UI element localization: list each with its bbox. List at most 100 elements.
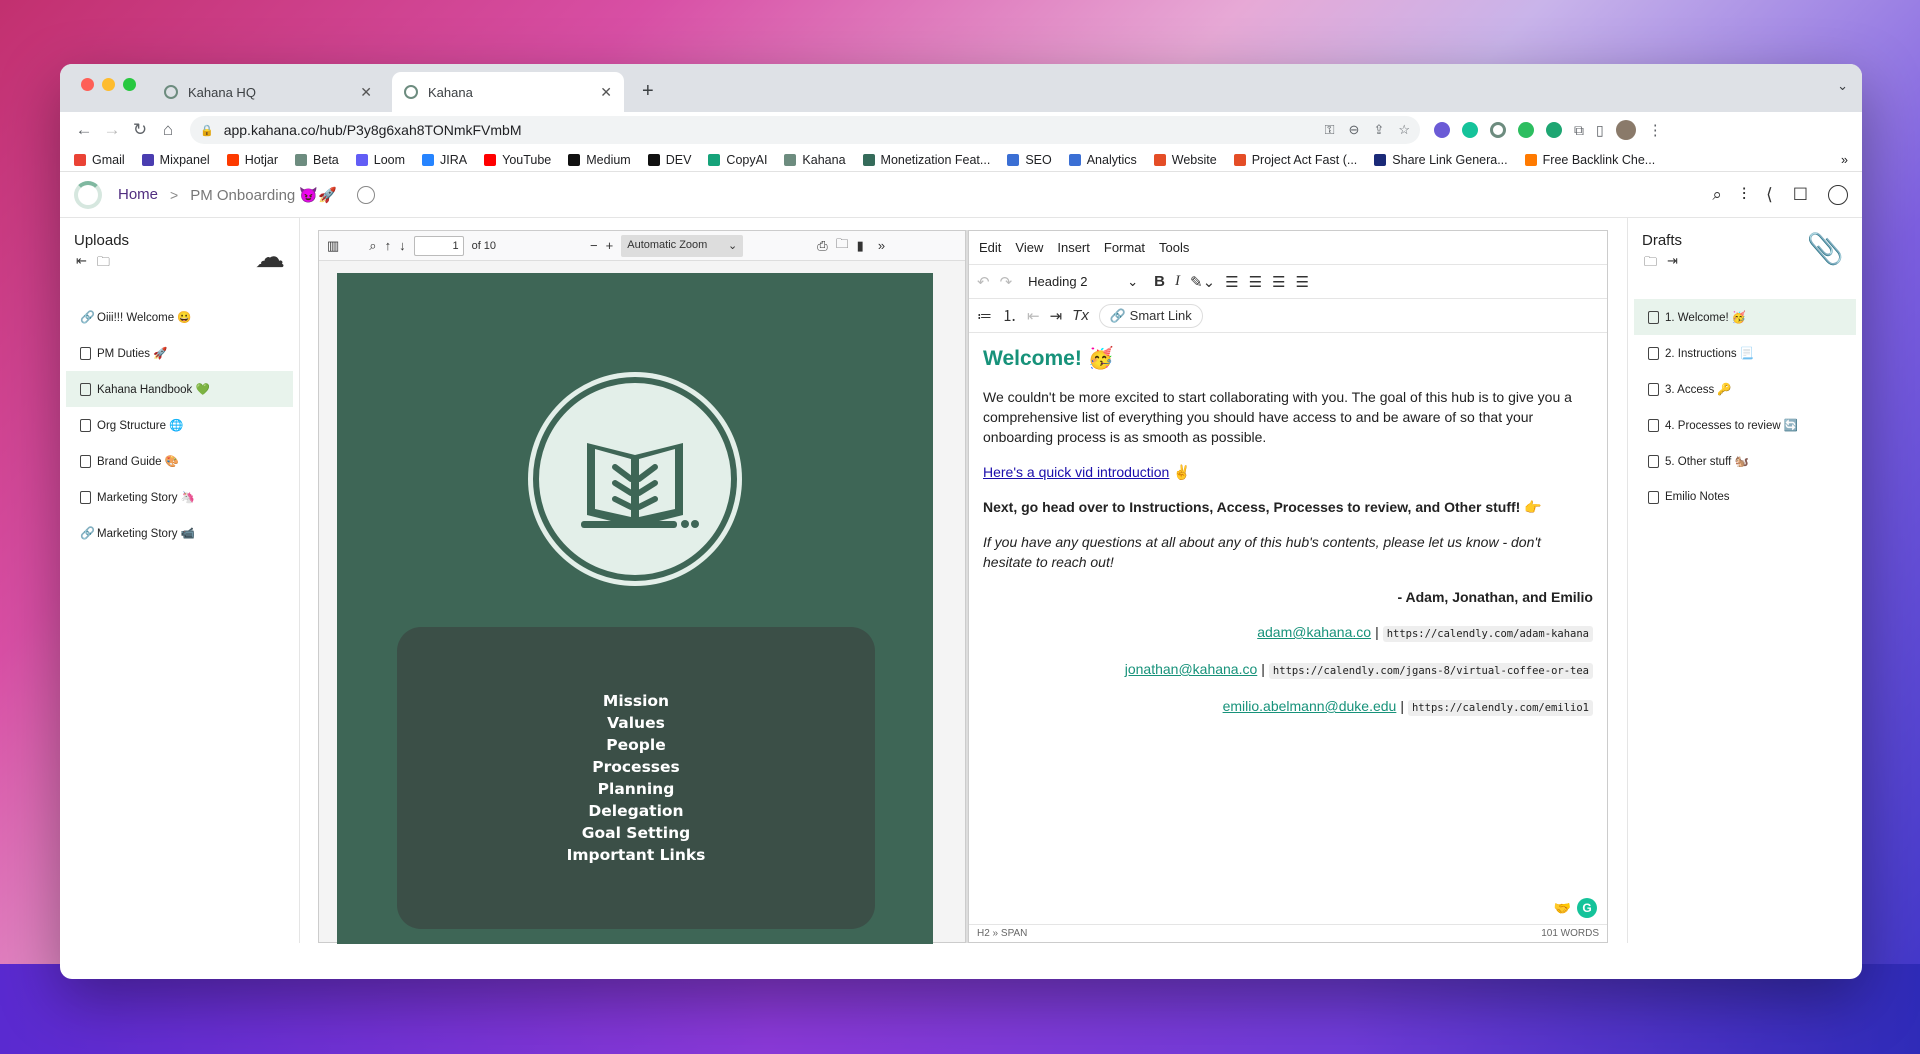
- share-icon[interactable]: ⇪: [1373, 122, 1384, 138]
- account-icon[interactable]: [1828, 184, 1848, 205]
- extension-icon[interactable]: [1434, 122, 1450, 138]
- close-icon[interactable]: ✕: [600, 84, 612, 101]
- tab-kahana[interactable]: Kahana ✕: [392, 72, 624, 112]
- next-page-icon[interactable]: ↓: [399, 238, 406, 253]
- editor-menu-item[interactable]: Insert: [1057, 240, 1090, 255]
- undo-icon[interactable]: ↶: [977, 273, 990, 291]
- bookmark-item[interactable]: Monetization Feat...: [862, 153, 990, 167]
- bookmark-item[interactable]: Website: [1153, 153, 1217, 167]
- calendly-link[interactable]: https://calendly.com/jgans-8/virtual-cof…: [1268, 663, 1593, 679]
- puzzle-icon[interactable]: ⧉: [1574, 122, 1584, 139]
- upload-item[interactable]: Brand Guide 🎨: [66, 443, 293, 479]
- numbered-list-icon[interactable]: ⒈: [1002, 305, 1017, 326]
- sidebar-toggle-icon[interactable]: ▥: [327, 238, 339, 254]
- close-window-button[interactable]: [81, 78, 94, 91]
- zoom-in-icon[interactable]: +: [606, 238, 614, 253]
- search-icon[interactable]: ⌕: [369, 238, 376, 254]
- calendly-link[interactable]: https://calendly.com/adam-kahana: [1382, 626, 1593, 642]
- bookmark-item[interactable]: Gmail: [74, 153, 125, 167]
- redo-icon[interactable]: ↷: [1000, 273, 1013, 291]
- maximize-window-button[interactable]: [123, 78, 136, 91]
- bookmark-item[interactable]: JIRA: [422, 153, 467, 167]
- back-icon[interactable]: ←: [70, 120, 98, 140]
- add-folder-icon[interactable]: 🗀: [1644, 253, 1657, 275]
- minimize-window-button[interactable]: [102, 78, 115, 91]
- editor-menu-item[interactable]: Format: [1104, 240, 1145, 255]
- tools-chevron-icon[interactable]: »: [878, 238, 885, 253]
- close-icon[interactable]: ✕: [360, 84, 372, 101]
- word-count[interactable]: 101 WORDS: [1541, 928, 1599, 939]
- breadcrumb-home[interactable]: Home: [118, 186, 158, 203]
- zoom-select[interactable]: Automatic Zoom ⌄: [621, 234, 744, 257]
- bookmark-item[interactable]: Hotjar: [226, 153, 278, 167]
- kahana-logo[interactable]: [74, 180, 102, 209]
- editor-content[interactable]: Welcome! 🥳 We couldn't be more excited t…: [969, 333, 1607, 749]
- forward-icon[interactable]: →: [98, 120, 126, 140]
- block-format-select[interactable]: Heading 2 ⌄: [1022, 269, 1144, 295]
- new-tab-icon[interactable]: +: [642, 80, 654, 103]
- page-number-input[interactable]: 1: [413, 235, 464, 256]
- video-intro-link[interactable]: Here's a quick vid introduction: [983, 464, 1169, 480]
- bookmark-item[interactable]: SEO: [1007, 153, 1052, 167]
- align-left-icon[interactable]: ☰: [1225, 273, 1238, 291]
- zoom-icon[interactable]: ⊖: [1349, 122, 1360, 138]
- bookmark-item[interactable]: Medium: [568, 153, 631, 167]
- print-icon[interactable]: ⎙: [817, 238, 827, 254]
- paperclip-icon[interactable]: 📎: [1807, 232, 1844, 267]
- upload-item[interactable]: Kahana Handbook 💚: [66, 371, 293, 407]
- previous-page-icon[interactable]: ↑: [385, 238, 392, 253]
- bookmark-item[interactable]: Beta: [295, 153, 339, 167]
- bookmark-item[interactable]: Kahana: [784, 153, 846, 167]
- bookmark-item[interactable]: Loom: [355, 153, 405, 167]
- editor-menu-item[interactable]: Edit: [979, 240, 1001, 255]
- chevron-down-icon[interactable]: ⌄: [1837, 78, 1848, 94]
- zoom-out-icon[interactable]: −: [590, 238, 598, 253]
- star-icon[interactable]: ☆: [1398, 122, 1410, 138]
- bookmark-item[interactable]: Mixpanel: [141, 153, 210, 167]
- sliders-icon[interactable]: ⫶: [1742, 185, 1746, 205]
- bookmark-item[interactable]: Project Act Fast (...: [1233, 153, 1357, 167]
- email-link[interactable]: emilio.abelmann@duke.edu: [1223, 698, 1397, 714]
- grammarly-icon[interactable]: G: [1577, 898, 1597, 918]
- bookmarks-overflow-icon[interactable]: »: [1841, 153, 1848, 167]
- collapse-left-icon[interactable]: ⇤: [76, 253, 87, 275]
- draft-item[interactable]: 3. Access 🔑: [1634, 371, 1856, 407]
- email-link[interactable]: jonathan@kahana.co: [1125, 661, 1258, 677]
- evernote-extension-icon[interactable]: [1518, 122, 1534, 138]
- bold-icon[interactable]: B: [1154, 273, 1165, 290]
- align-center-icon[interactable]: ☰: [1249, 273, 1262, 291]
- search-icon[interactable]: ⌕: [1712, 185, 1722, 205]
- save-icon[interactable]: 🗀: [836, 235, 849, 257]
- add-folder-icon[interactable]: 🗀: [97, 253, 110, 275]
- clear-formatting-icon[interactable]: Tx: [1072, 307, 1089, 324]
- align-right-icon[interactable]: ☰: [1272, 273, 1285, 291]
- grammarly-extension-icon[interactable]: [1462, 122, 1478, 138]
- draft-item[interactable]: 4. Processes to review 🔄: [1634, 407, 1856, 443]
- extension-icon[interactable]: [1546, 122, 1562, 138]
- bookmark-item[interactable]: Analytics: [1068, 153, 1137, 167]
- avatar[interactable]: [1615, 120, 1636, 140]
- indent-icon[interactable]: ⇥: [1050, 307, 1063, 325]
- smart-link-button[interactable]: 🔗 Smart Link: [1098, 303, 1203, 328]
- element-path[interactable]: H2 » SPAN: [977, 928, 1027, 939]
- upload-item[interactable]: 🔗 Marketing Story 📹: [66, 515, 293, 551]
- email-link[interactable]: adam@kahana.co: [1257, 624, 1371, 640]
- outdent-icon[interactable]: ⇤: [1027, 307, 1040, 325]
- editor-menu-item[interactable]: View: [1015, 240, 1043, 255]
- home-icon[interactable]: ⌂: [154, 120, 182, 140]
- reload-icon[interactable]: ↻: [126, 120, 154, 140]
- bullet-list-icon[interactable]: ≔: [977, 307, 992, 325]
- key-icon[interactable]: ⚿: [1325, 122, 1335, 138]
- draft-item[interactable]: 2. Instructions 📃: [1634, 335, 1856, 371]
- draft-item[interactable]: 5. Other stuff 🐿️: [1634, 443, 1856, 479]
- address-bar[interactable]: 🔒 app.kahana.co/hub/P3y8g6xah8TONmkFVmbM…: [190, 116, 1420, 144]
- bookmark-item[interactable]: Share Link Genera...: [1374, 153, 1508, 167]
- bookmark-item[interactable]: YouTube: [484, 153, 551, 167]
- draft-item[interactable]: 1. Welcome! 🥳: [1634, 299, 1856, 335]
- more-icon[interactable]: ⋮: [1648, 121, 1663, 139]
- draft-item[interactable]: Emilio Notes: [1634, 479, 1856, 515]
- tab-kahana-hq[interactable]: Kahana HQ ✕: [152, 72, 384, 112]
- bookmark-item[interactable]: DEV: [647, 153, 691, 167]
- calendly-link[interactable]: https://calendly.com/emilio1: [1407, 700, 1593, 716]
- chat-icon[interactable]: ☐: [1793, 185, 1808, 205]
